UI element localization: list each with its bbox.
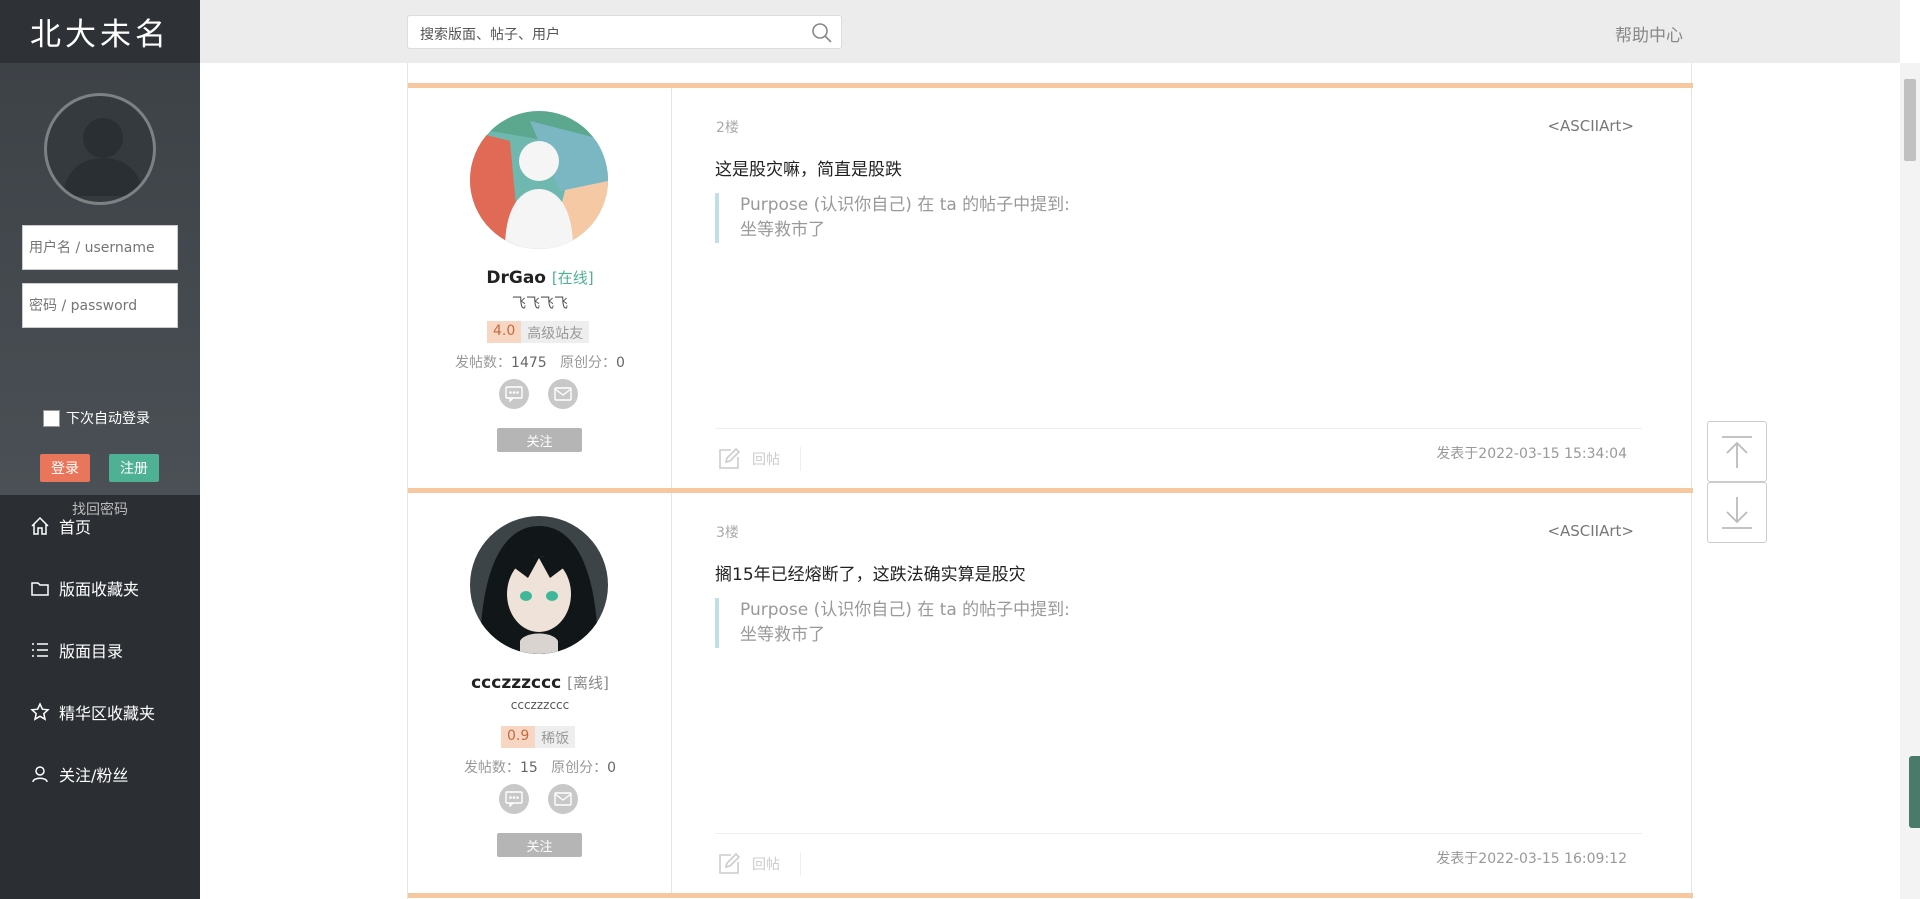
user-score: 4.0: [487, 321, 522, 343]
footer-divider: [800, 852, 801, 876]
user-level-badge: 0.9 稀饭: [501, 726, 576, 748]
register-button[interactable]: 注册: [109, 454, 159, 482]
reply-button[interactable]: 回帖: [717, 852, 780, 876]
sidebar-item-board-favorites[interactable]: 版面收藏夹: [0, 557, 200, 619]
scroll-to-top-button[interactable]: [1707, 421, 1767, 482]
board-tag[interactable]: <ASCIIArt>: [1547, 117, 1634, 135]
quote-header: Purpose (认识你自己) 在 ta 的帖子中提到:: [740, 600, 1070, 620]
online-status: [在线]: [551, 269, 594, 287]
post-count: 1475: [511, 355, 547, 371]
post-timestamp: 发表于2022-03-15 16:09:12: [1436, 851, 1627, 867]
user-level-badge: 4.0 高级站友: [487, 321, 590, 343]
login-panel: 下次自动登录 登录 注册 找回密码: [0, 63, 200, 518]
board-tag[interactable]: <ASCIIArt>: [1547, 522, 1634, 540]
sidebar-item-label: 精华区收藏夹: [59, 704, 156, 723]
floor-number: 2楼: [716, 120, 739, 136]
scrollbar-thumb[interactable]: [1904, 79, 1916, 161]
search-placeholder: 搜索版面、帖子、用户: [420, 27, 560, 43]
user-avatar[interactable]: [470, 111, 608, 249]
site-logo[interactable]: 北大未名: [0, 0, 200, 63]
user-signature: ccczzzccc: [510, 698, 570, 712]
reply-button[interactable]: 回帖: [717, 447, 780, 471]
follow-button[interactable]: 关注: [497, 428, 582, 452]
sidebar-item-board-directory[interactable]: 版面目录: [0, 619, 200, 681]
user-signature: 飞飞飞飞: [512, 296, 568, 312]
search-icon[interactable]: [811, 22, 833, 44]
quote-header: Purpose (认识你自己) 在 ta 的帖子中提到:: [740, 195, 1070, 215]
arrow-up-icon: [1722, 435, 1752, 468]
scroll-to-bottom-button[interactable]: [1707, 482, 1767, 543]
post-item: DrGao [在线] 飞飞飞飞 4.0 高级站友 发帖数：1475 原创分：0 …: [408, 83, 1693, 488]
reply-label: 回帖: [752, 857, 780, 873]
thread-content: DrGao [在线] 飞飞飞飞 4.0 高级站友 发帖数：1475 原创分：0 …: [407, 63, 1693, 899]
home-icon: [31, 516, 49, 535]
user-rank: 高级站友: [521, 321, 590, 343]
reply-label: 回帖: [752, 452, 780, 468]
username[interactable]: DrGao [在线]: [408, 267, 672, 288]
top-bar: 搜索版面、帖子、用户 帮助中心: [200, 0, 1900, 63]
user-icon: [32, 766, 48, 783]
user-stats: 发帖数：15 原创分：0: [463, 760, 617, 776]
user-actions: [499, 784, 578, 814]
sidebar-item-label: 首页: [59, 518, 92, 537]
sidebar-item-label: 版面收藏夹: [59, 580, 140, 599]
original-score: 0: [607, 760, 617, 776]
side-widget[interactable]: [1909, 756, 1920, 828]
sidebar-item-follow-fans[interactable]: 关注/粉丝: [0, 743, 200, 805]
post-quote: Purpose (认识你自己) 在 ta 的帖子中提到: 坐等救市了: [715, 598, 1070, 648]
offline-status: [离线]: [567, 674, 609, 692]
post-footer: 回帖 发表于2022-03-15 15:34:04: [715, 428, 1642, 488]
sidebar-item-home[interactable]: 首页: [0, 495, 200, 557]
sidebar: 北大未名 下次自动登录 登录 注册 找回密码 首页 版面收藏夹 版面目录: [0, 0, 200, 899]
username-input[interactable]: [22, 225, 178, 270]
chat-icon[interactable]: [499, 784, 529, 814]
sidebar-item-digest-favorites[interactable]: 精华区收藏夹: [0, 681, 200, 743]
post-count: 15: [519, 760, 538, 776]
quote-body: 坐等救市了: [740, 220, 825, 240]
mail-icon[interactable]: [548, 784, 578, 814]
original-score: 0: [616, 355, 625, 371]
follow-button[interactable]: 关注: [497, 833, 582, 857]
password-input[interactable]: [22, 283, 178, 328]
edit-icon: [719, 852, 741, 874]
footer-divider: [800, 447, 801, 471]
star-icon: [30, 702, 50, 721]
username[interactable]: ccczzzccc [离线]: [408, 672, 672, 693]
search-input[interactable]: 搜索版面、帖子、用户: [407, 15, 842, 49]
floor-number: 3楼: [716, 525, 739, 541]
remember-checkbox[interactable]: [43, 409, 60, 427]
login-button[interactable]: 登录: [40, 454, 90, 482]
list-icon: [32, 643, 48, 657]
edit-icon: [719, 447, 741, 469]
post-footer: 回帖 发表于2022-03-15 16:09:12: [715, 833, 1642, 893]
mail-icon[interactable]: [548, 379, 578, 409]
author-panel: ccczzzccc [离线] ccczzzccc 0.9 稀饭 发帖数：15 原…: [408, 493, 672, 893]
user-score: 0.9: [501, 726, 536, 748]
post-quote: Purpose (认识你自己) 在 ta 的帖子中提到: 坐等救市了: [715, 193, 1070, 243]
sidebar-item-label: 版面目录: [59, 642, 124, 661]
post-timestamp: 发表于2022-03-15 15:34:04: [1436, 446, 1627, 462]
user-rank: 稀饭: [535, 726, 576, 748]
remember-label: 下次自动登录: [66, 411, 150, 427]
folder-icon: [31, 582, 49, 596]
remember-login[interactable]: 下次自动登录: [43, 408, 150, 428]
arrow-down-icon: [1722, 496, 1752, 529]
default-avatar-icon: [44, 93, 156, 205]
sidebar-item-label: 关注/粉丝: [59, 766, 129, 785]
sidebar-nav: 首页 版面收藏夹 版面目录 精华区收藏夹 关注/粉丝: [0, 495, 200, 805]
user-stats: 发帖数：1475 原创分：0: [455, 355, 625, 371]
help-center-link[interactable]: 帮助中心: [1615, 21, 1683, 46]
post-content: 搁15年已经熔断了，这跌法确实算是股灾: [715, 565, 1026, 585]
post-content: 这是股灾嘛，简直是股跌: [715, 160, 902, 180]
user-avatar[interactable]: [470, 516, 608, 654]
user-actions: [499, 379, 578, 409]
author-panel: DrGao [在线] 飞飞飞飞 4.0 高级站友 发帖数：1475 原创分：0 …: [408, 88, 672, 488]
chat-icon[interactable]: [499, 379, 529, 409]
post-item: ccczzzccc [离线] ccczzzccc 0.9 稀饭 发帖数：15 原…: [408, 488, 1693, 893]
post-divider: [408, 893, 1693, 898]
quote-body: 坐等救市了: [740, 625, 825, 645]
